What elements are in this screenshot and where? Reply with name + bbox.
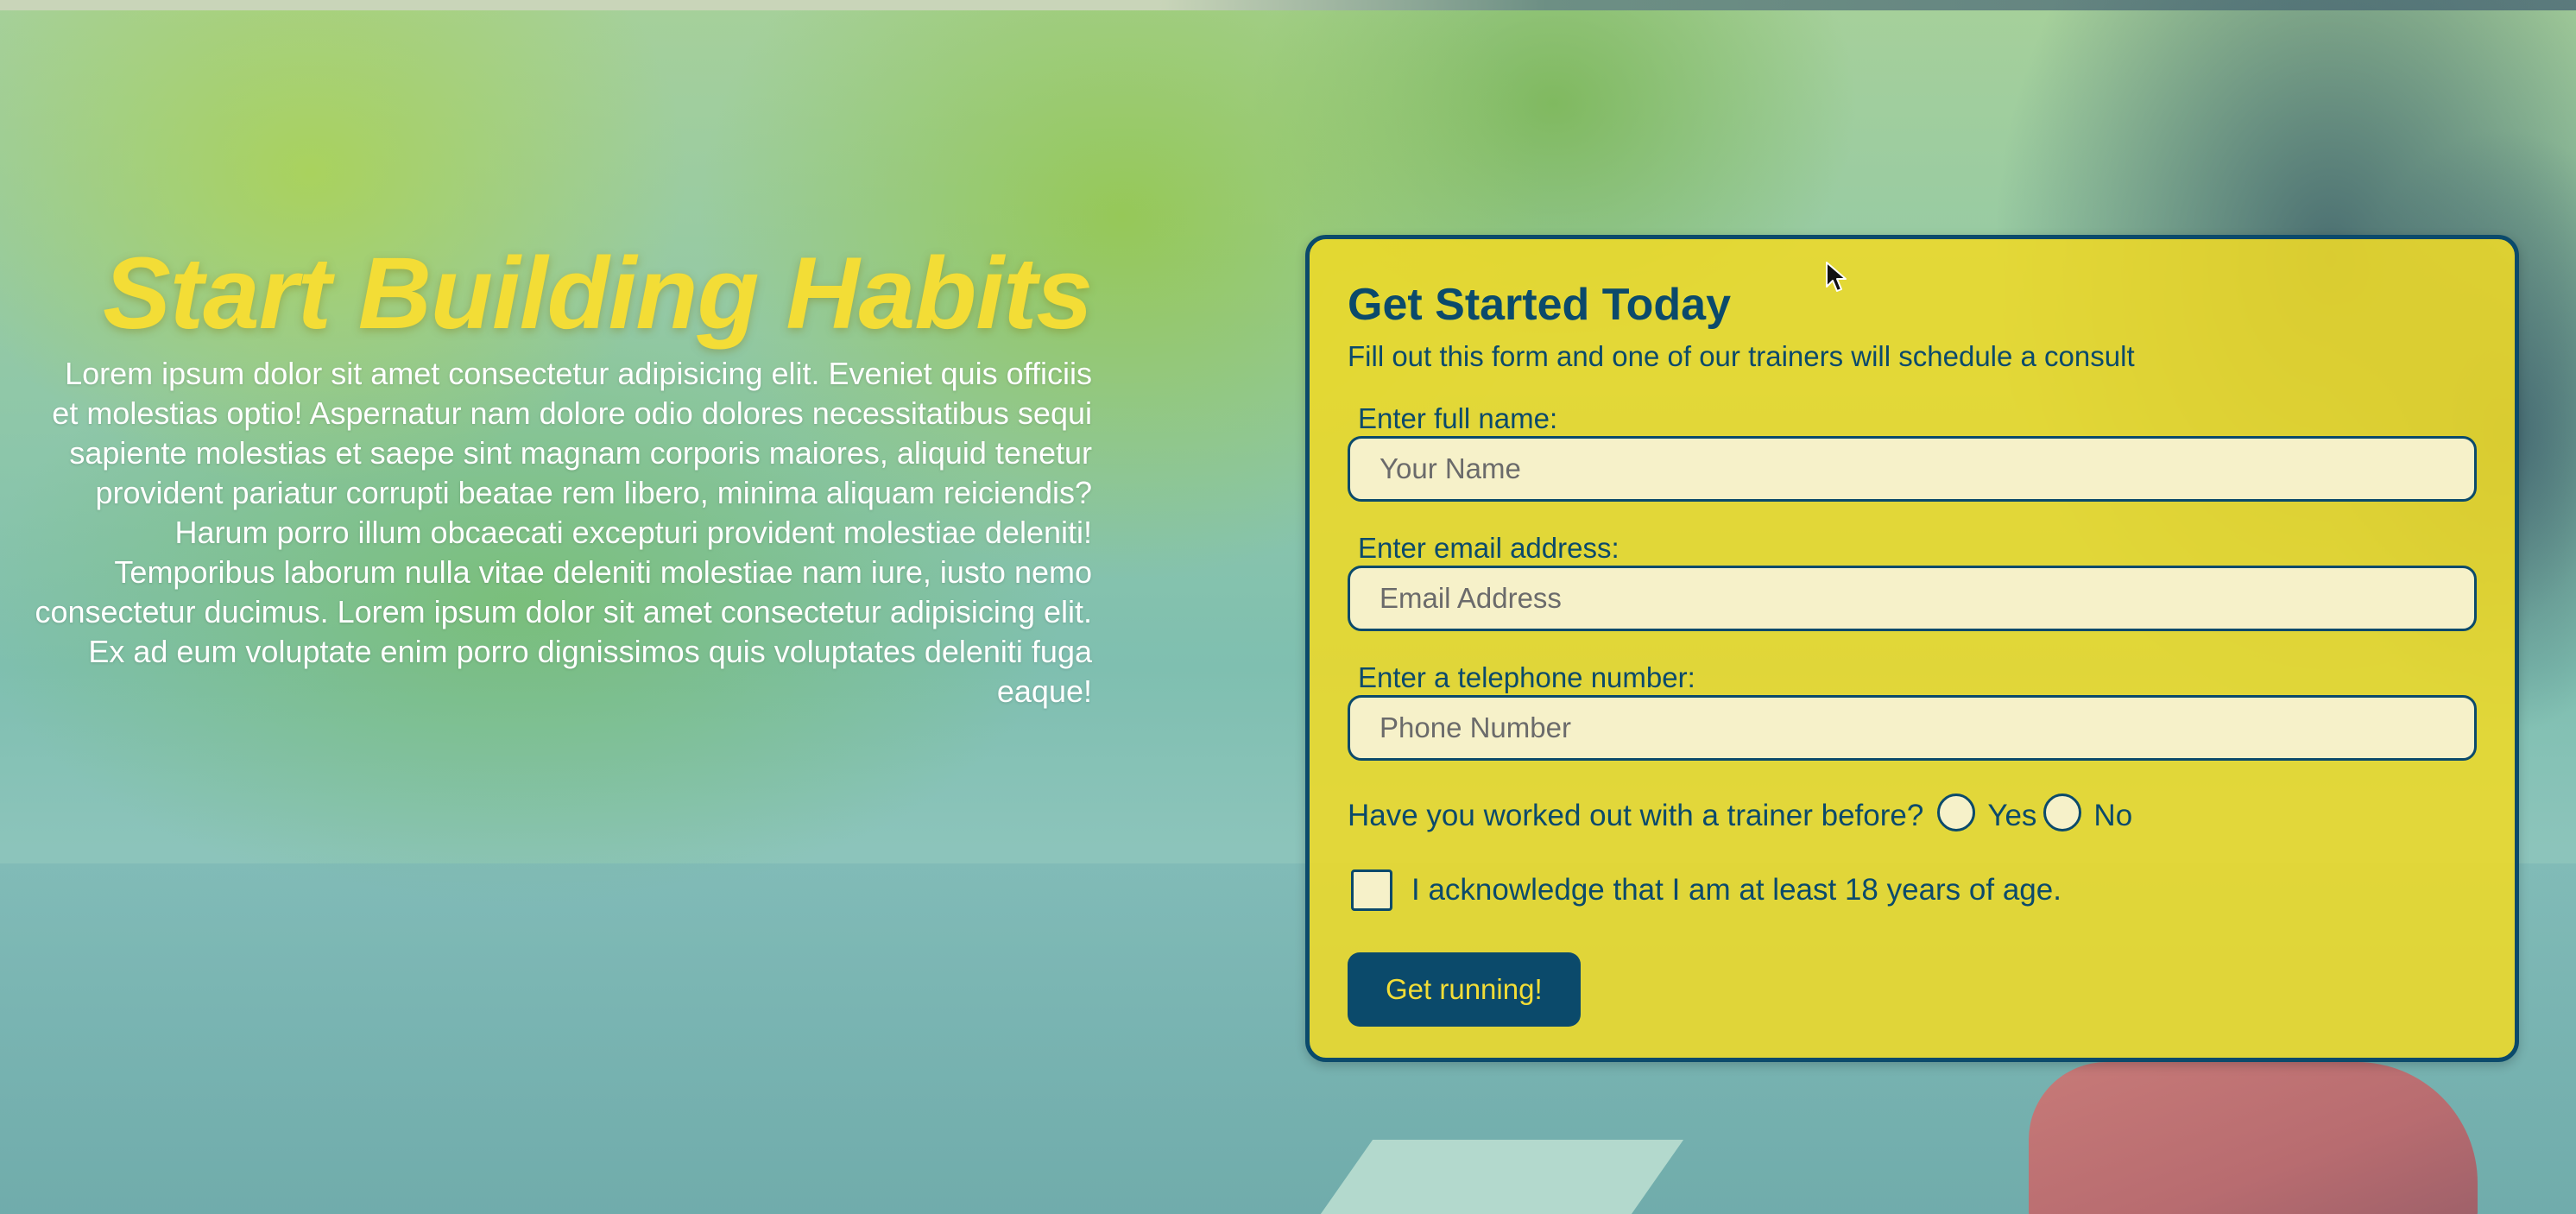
age-ack-label[interactable]: I acknowledge that I am at least 18 year…	[1411, 873, 2061, 907]
form-subtitle: Fill out this form and one of our traine…	[1348, 340, 2135, 372]
form-title: Get Started Today	[1348, 280, 1732, 330]
background-shoe	[2029, 1062, 2478, 1214]
name-input[interactable]	[1348, 436, 2477, 502]
trainer-no-radio[interactable]	[2043, 794, 2082, 831]
email-label: Enter email address:	[1358, 532, 1619, 564]
signup-form-card: Get Started Today Fill out this form and…	[1305, 235, 2519, 1062]
phone-input[interactable]	[1348, 695, 2477, 761]
background-road-marking	[1320, 1140, 1684, 1214]
trainer-no-label[interactable]: No	[2093, 799, 2132, 833]
hero-body-text: Lorem ipsum dolor sit amet consectetur a…	[35, 356, 1092, 709]
name-label: Enter full name:	[1358, 402, 1558, 434]
get-running-button[interactable]: Get running!	[1348, 952, 1581, 1027]
mouse-cursor-icon	[1826, 262, 1847, 292]
age-ack-checkbox[interactable]	[1351, 869, 1392, 911]
landing-page: Start Building Habits Lorem ipsum dolor …	[0, 0, 2576, 1214]
trainer-yes-label[interactable]: Yes	[1987, 799, 2036, 833]
hero-section: Start Building Habits Lorem ipsum dolor …	[35, 233, 1093, 711]
trainer-question-row: Have you worked out with a trainer befor…	[1348, 790, 2477, 842]
phone-label: Enter a telephone number:	[1358, 661, 1695, 693]
email-input[interactable]	[1348, 566, 2477, 631]
age-ack-row: I acknowledge that I am at least 18 year…	[1348, 866, 2477, 914]
trainer-yes-radio[interactable]	[1937, 794, 1976, 831]
trainer-question-label: Have you worked out with a trainer befor…	[1348, 799, 1924, 832]
hero-title: Start Building Habits	[103, 237, 1093, 351]
